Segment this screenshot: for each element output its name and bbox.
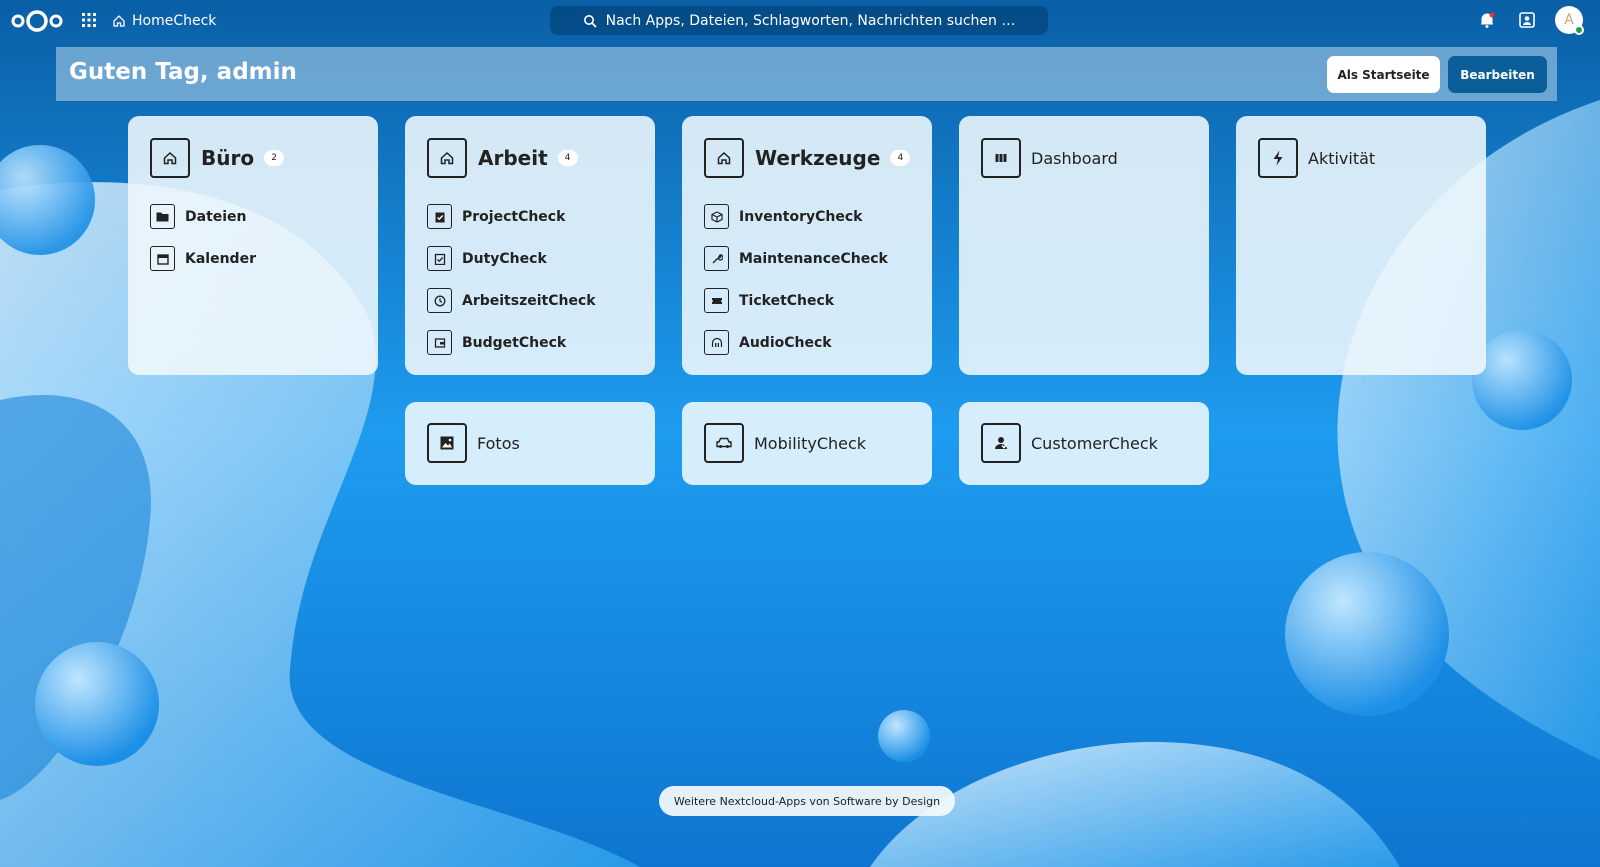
tile-title: Aktivität	[1308, 148, 1376, 168]
app-label: Dateien	[185, 208, 247, 225]
box-icon	[704, 204, 729, 229]
app-link-arbeitszeitcheck[interactable]: ArbeitszeitCheck	[427, 288, 596, 313]
group-title: Büro	[201, 146, 255, 170]
app-label: AudioCheck	[739, 334, 832, 351]
calendar-icon	[150, 246, 175, 271]
search-placeholder: Nach Apps, Dateien, Schlagworten, Nachri…	[605, 12, 1016, 29]
clipboard-check-icon	[427, 204, 452, 229]
group-card-werkzeuge: Werkzeuge 4 InventoryCheck MaintenanceCh…	[682, 116, 932, 375]
app-link-inventorycheck[interactable]: InventoryCheck	[704, 204, 888, 229]
app-tile-mobilitycheck[interactable]: MobilityCheck	[682, 402, 932, 485]
online-status-indicator	[1574, 25, 1584, 35]
group-count-badge: 2	[264, 150, 285, 166]
group-count-badge: 4	[557, 150, 578, 166]
group-card-arbeit: Arbeit 4 ProjectCheck DutyCheck Arbeitsz…	[405, 116, 655, 375]
edit-button[interactable]: Bearbeiten	[1448, 56, 1547, 93]
wallet-icon	[427, 330, 452, 355]
photo-icon	[427, 423, 467, 463]
greeting-bar: Guten Tag, admin Als Startseite Bearbeit…	[56, 47, 1557, 101]
app-label: DutyCheck	[462, 250, 547, 267]
ticket-icon	[704, 288, 729, 313]
app-link-ticketcheck[interactable]: TicketCheck	[704, 288, 888, 313]
group-header[interactable]: Werkzeuge 4	[704, 138, 911, 178]
app-label: Kalender	[185, 250, 256, 267]
tile-title: Fotos	[477, 433, 520, 453]
app-link-audiocheck[interactable]: AudioCheck	[704, 330, 888, 355]
avatar-initial: A	[1564, 12, 1574, 28]
app-link-dateien[interactable]: Dateien	[150, 204, 256, 229]
folder-icon	[150, 204, 175, 229]
app-tile-customercheck[interactable]: CustomerCheck	[959, 402, 1209, 485]
home-icon	[427, 138, 467, 178]
app-label: MaintenanceCheck	[739, 250, 888, 267]
home-icon	[150, 138, 190, 178]
group-title: Werkzeuge	[755, 146, 881, 170]
clock-icon	[427, 288, 452, 313]
app-label: TicketCheck	[739, 292, 835, 309]
customer-check-icon	[981, 423, 1021, 463]
search-input[interactable]: Nach Apps, Dateien, Schlagworten, Nachri…	[550, 6, 1048, 35]
app-link-budgetcheck[interactable]: BudgetCheck	[427, 330, 596, 355]
home-icon	[704, 138, 744, 178]
app-tile-fotos[interactable]: Fotos	[405, 402, 655, 485]
user-avatar[interactable]: A	[1555, 6, 1584, 35]
wrench-icon	[704, 246, 729, 271]
app-menu-icon[interactable]	[81, 12, 97, 28]
notifications-bell-icon[interactable]	[1478, 11, 1496, 29]
app-label: ArbeitszeitCheck	[462, 292, 596, 309]
set-as-homepage-button[interactable]: Als Startseite	[1327, 56, 1440, 93]
car-icon	[704, 423, 744, 463]
dashboard-icon	[981, 138, 1021, 178]
tile-title: Dashboard	[1031, 148, 1118, 168]
app-link-dutycheck[interactable]: DutyCheck	[427, 246, 596, 271]
app-tile-aktivitaet[interactable]: Aktivität	[1236, 116, 1486, 375]
group-card-buero: Büro 2 Dateien Kalender	[128, 116, 378, 375]
top-bar: HomeCheck Nach Apps, Dateien, Schlagwort…	[0, 0, 1600, 41]
app-link-kalender[interactable]: Kalender	[150, 246, 256, 271]
tile-title: CustomerCheck	[1031, 433, 1158, 453]
app-label: BudgetCheck	[462, 334, 567, 351]
app-link-maintenancecheck[interactable]: MaintenanceCheck	[704, 246, 888, 271]
greeting-title: Guten Tag, admin	[69, 59, 297, 85]
tile-title: MobilityCheck	[754, 433, 867, 453]
app-label: ProjectCheck	[462, 208, 566, 225]
nextcloud-logo[interactable]	[11, 9, 63, 33]
app-link-projectcheck[interactable]: ProjectCheck	[427, 204, 596, 229]
group-header[interactable]: Büro 2	[150, 138, 285, 178]
search-icon	[583, 14, 597, 28]
audio-icon	[704, 330, 729, 355]
more-apps-link[interactable]: Weitere Nextcloud-Apps von Software by D…	[659, 786, 955, 816]
group-header[interactable]: Arbeit 4	[427, 138, 578, 178]
group-count-badge: 4	[890, 150, 911, 166]
current-app-link[interactable]: HomeCheck	[112, 10, 216, 31]
lightning-icon	[1258, 138, 1298, 178]
contacts-icon[interactable]	[1518, 11, 1536, 29]
app-tile-dashboard[interactable]: Dashboard	[959, 116, 1209, 375]
clipboard-outline-icon	[427, 246, 452, 271]
app-name-label: HomeCheck	[132, 12, 217, 29]
home-icon	[113, 14, 125, 27]
app-label: InventoryCheck	[739, 208, 863, 225]
group-title: Arbeit	[478, 146, 548, 170]
